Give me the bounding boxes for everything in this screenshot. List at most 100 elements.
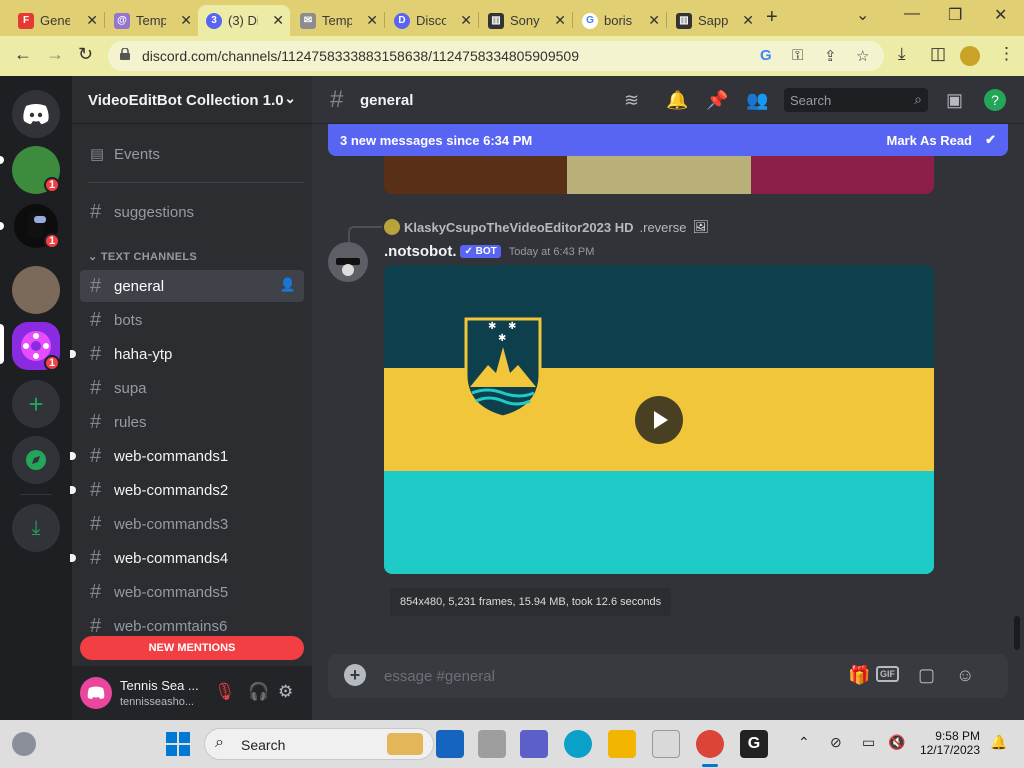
- unread-indicator: [70, 486, 76, 494]
- gift-icon[interactable]: 🎁: [848, 665, 870, 686]
- new-messages-bar[interactable]: 3 new messages since 6:34 PM Mark As Rea…: [328, 124, 1008, 156]
- channel-web-commands2[interactable]: # web-commands2: [70, 474, 304, 506]
- chrome-icon[interactable]: [696, 730, 724, 758]
- play-button-icon[interactable]: [635, 396, 683, 444]
- browser-tab-7[interactable]: G boris ✕: [574, 5, 666, 36]
- user-avatar[interactable]: [80, 677, 112, 709]
- scrollbar-thumb[interactable]: [1014, 616, 1020, 650]
- weather-icon[interactable]: [12, 732, 36, 756]
- emoji-icon[interactable]: ☺: [956, 665, 974, 686]
- google-translate-icon[interactable]: G: [760, 47, 772, 64]
- close-tab-icon[interactable]: ✕: [460, 12, 472, 29]
- inbox-icon[interactable]: ▣: [946, 90, 963, 111]
- browser-tab-5[interactable]: D Disco ✕: [386, 5, 478, 36]
- network-off-icon[interactable]: ⊘: [830, 734, 842, 751]
- search-input[interactable]: Search ⌕: [784, 88, 928, 112]
- events-item[interactable]: ▤ Events: [80, 138, 304, 170]
- url-text[interactable]: discord.com/channels/1124758333883158638…: [142, 48, 579, 64]
- settings-gear-icon[interactable]: ⚙: [278, 682, 293, 702]
- download-apps-icon[interactable]: ⤓: [12, 504, 60, 552]
- browser-tab-discord-active[interactable]: 3 (3) Di ✕: [198, 5, 290, 36]
- notification-bell-icon[interactable]: 🔔: [666, 90, 688, 111]
- omnibox[interactable]: discord.com/channels/1124758333883158638…: [108, 41, 884, 71]
- explore-compass-icon[interactable]: [12, 436, 60, 484]
- video-attachment[interactable]: ✱ ✱ ✱: [384, 265, 934, 574]
- menu-kebab-icon[interactable]: ⋮: [998, 44, 1015, 64]
- channel-suggestions[interactable]: # suggestions: [80, 196, 304, 228]
- windows-start-icon[interactable]: [166, 732, 190, 756]
- tab-search-chevron-icon[interactable]: ⌄: [856, 5, 869, 25]
- server-avatar-photo[interactable]: [12, 266, 60, 314]
- task-view-icon[interactable]: [478, 730, 506, 758]
- discord-home-icon[interactable]: [12, 90, 60, 138]
- window-close-icon[interactable]: ✕: [994, 5, 1007, 25]
- close-tab-icon[interactable]: ✕: [648, 12, 660, 29]
- headphones-icon[interactable]: 🎧: [248, 682, 269, 702]
- tray-chevron-up-icon[interactable]: ⌃: [798, 734, 810, 751]
- new-mentions-banner[interactable]: NEW MENTIONS: [80, 636, 304, 660]
- channel-bots[interactable]: # bots: [80, 304, 304, 336]
- invite-member-icon[interactable]: 👤: [280, 277, 296, 293]
- key-icon[interactable]: ⚿: [792, 47, 803, 64]
- message-composer[interactable]: + essage #general 🎁 GIF ▢ ☺: [328, 654, 1008, 698]
- reload-icon[interactable]: ↻: [78, 44, 93, 65]
- microsoft-store-icon[interactable]: [652, 730, 680, 758]
- bookmark-star-icon[interactable]: ☆: [856, 47, 869, 65]
- browser-tab-2[interactable]: @ Temp ✕: [106, 5, 198, 36]
- close-tab-icon[interactable]: ✕: [742, 12, 754, 29]
- previous-attachment-image[interactable]: [384, 156, 934, 194]
- sticker-icon[interactable]: ▢: [918, 665, 935, 686]
- channel-web-commands1[interactable]: # web-commands1: [70, 440, 304, 472]
- browser-tab-8[interactable]: ▥ Sapp ✕: [668, 5, 760, 36]
- message-author-avatar[interactable]: [328, 242, 368, 282]
- help-icon[interactable]: ?: [984, 89, 1006, 111]
- download-icon[interactable]: ⤓: [898, 44, 906, 64]
- channel-haha-ytp[interactable]: # haha-ytp: [70, 338, 304, 370]
- channel-web-commands5[interactable]: # web-commands5: [80, 576, 304, 608]
- forward-arrow-icon[interactable]: →: [46, 44, 64, 65]
- g-app-icon[interactable]: G: [740, 730, 768, 758]
- taskbar-search[interactable]: ⌕ Search: [204, 728, 434, 760]
- volume-muted-icon[interactable]: 🔇: [888, 734, 905, 751]
- close-tab-icon[interactable]: ✕: [86, 12, 98, 29]
- member-list-icon[interactable]: 👥: [746, 90, 768, 111]
- channel-web-commands3[interactable]: # web-commands3: [80, 508, 304, 540]
- close-tab-icon[interactable]: ✕: [272, 12, 284, 29]
- close-tab-icon[interactable]: ✕: [554, 12, 566, 29]
- server-header[interactable]: VideoEditBot Collection 1.0 ⌄: [72, 76, 312, 124]
- profile-avatar-icon[interactable]: [960, 46, 980, 66]
- restore-icon[interactable]: ❐: [948, 5, 962, 25]
- taskbar-clock[interactable]: 9:58 PM 12/17/2023: [918, 729, 980, 757]
- edge-beta-icon[interactable]: [436, 730, 464, 758]
- side-panel-icon[interactable]: ◫: [930, 44, 946, 64]
- browser-tab-4[interactable]: ✉ Temp ✕: [292, 5, 384, 36]
- teams-icon[interactable]: [520, 730, 548, 758]
- close-tab-icon[interactable]: ✕: [180, 12, 192, 29]
- attach-plus-icon[interactable]: +: [344, 664, 366, 686]
- close-tab-icon[interactable]: ✕: [366, 12, 378, 29]
- edge-icon[interactable]: [564, 730, 592, 758]
- minimize-icon[interactable]: —: [904, 5, 920, 23]
- browser-tab-6[interactable]: ▥ Sony ✕: [480, 5, 572, 36]
- threads-icon[interactable]: ≋: [624, 90, 639, 111]
- gif-icon[interactable]: GIF: [876, 666, 899, 682]
- back-arrow-icon[interactable]: ←: [14, 44, 32, 65]
- browser-tab-1[interactable]: F Gene ✕: [10, 5, 104, 36]
- category-text-channels[interactable]: ⌄ TEXT CHANNELS: [88, 250, 197, 263]
- channel-rules[interactable]: # rules: [80, 406, 304, 438]
- message-author[interactable]: .notsobot.: [384, 243, 456, 260]
- add-server-plus-icon[interactable]: +: [12, 380, 60, 428]
- channel-general[interactable]: # general 👤: [80, 270, 304, 302]
- pin-icon[interactable]: 📌: [706, 90, 728, 111]
- channel-web-commands4[interactable]: # web-commands4: [70, 542, 304, 574]
- file-explorer-icon[interactable]: [608, 730, 636, 758]
- new-tab-plus-icon[interactable]: +: [766, 6, 778, 29]
- muted-microphone-icon[interactable]: 🎙: [214, 682, 236, 702]
- share-icon[interactable]: ⇪: [824, 47, 837, 65]
- notification-bell-icon[interactable]: 🔔: [990, 734, 1007, 751]
- message-input[interactable]: essage #general: [384, 668, 495, 685]
- mark-as-read-button[interactable]: Mark As Read: [887, 133, 973, 148]
- display-icon[interactable]: ▭: [862, 734, 875, 751]
- channel-supa[interactable]: # supa: [80, 372, 304, 404]
- reply-reference[interactable]: KlaskyCsupoTheVideoEditor2023 HD .revers…: [384, 219, 709, 235]
